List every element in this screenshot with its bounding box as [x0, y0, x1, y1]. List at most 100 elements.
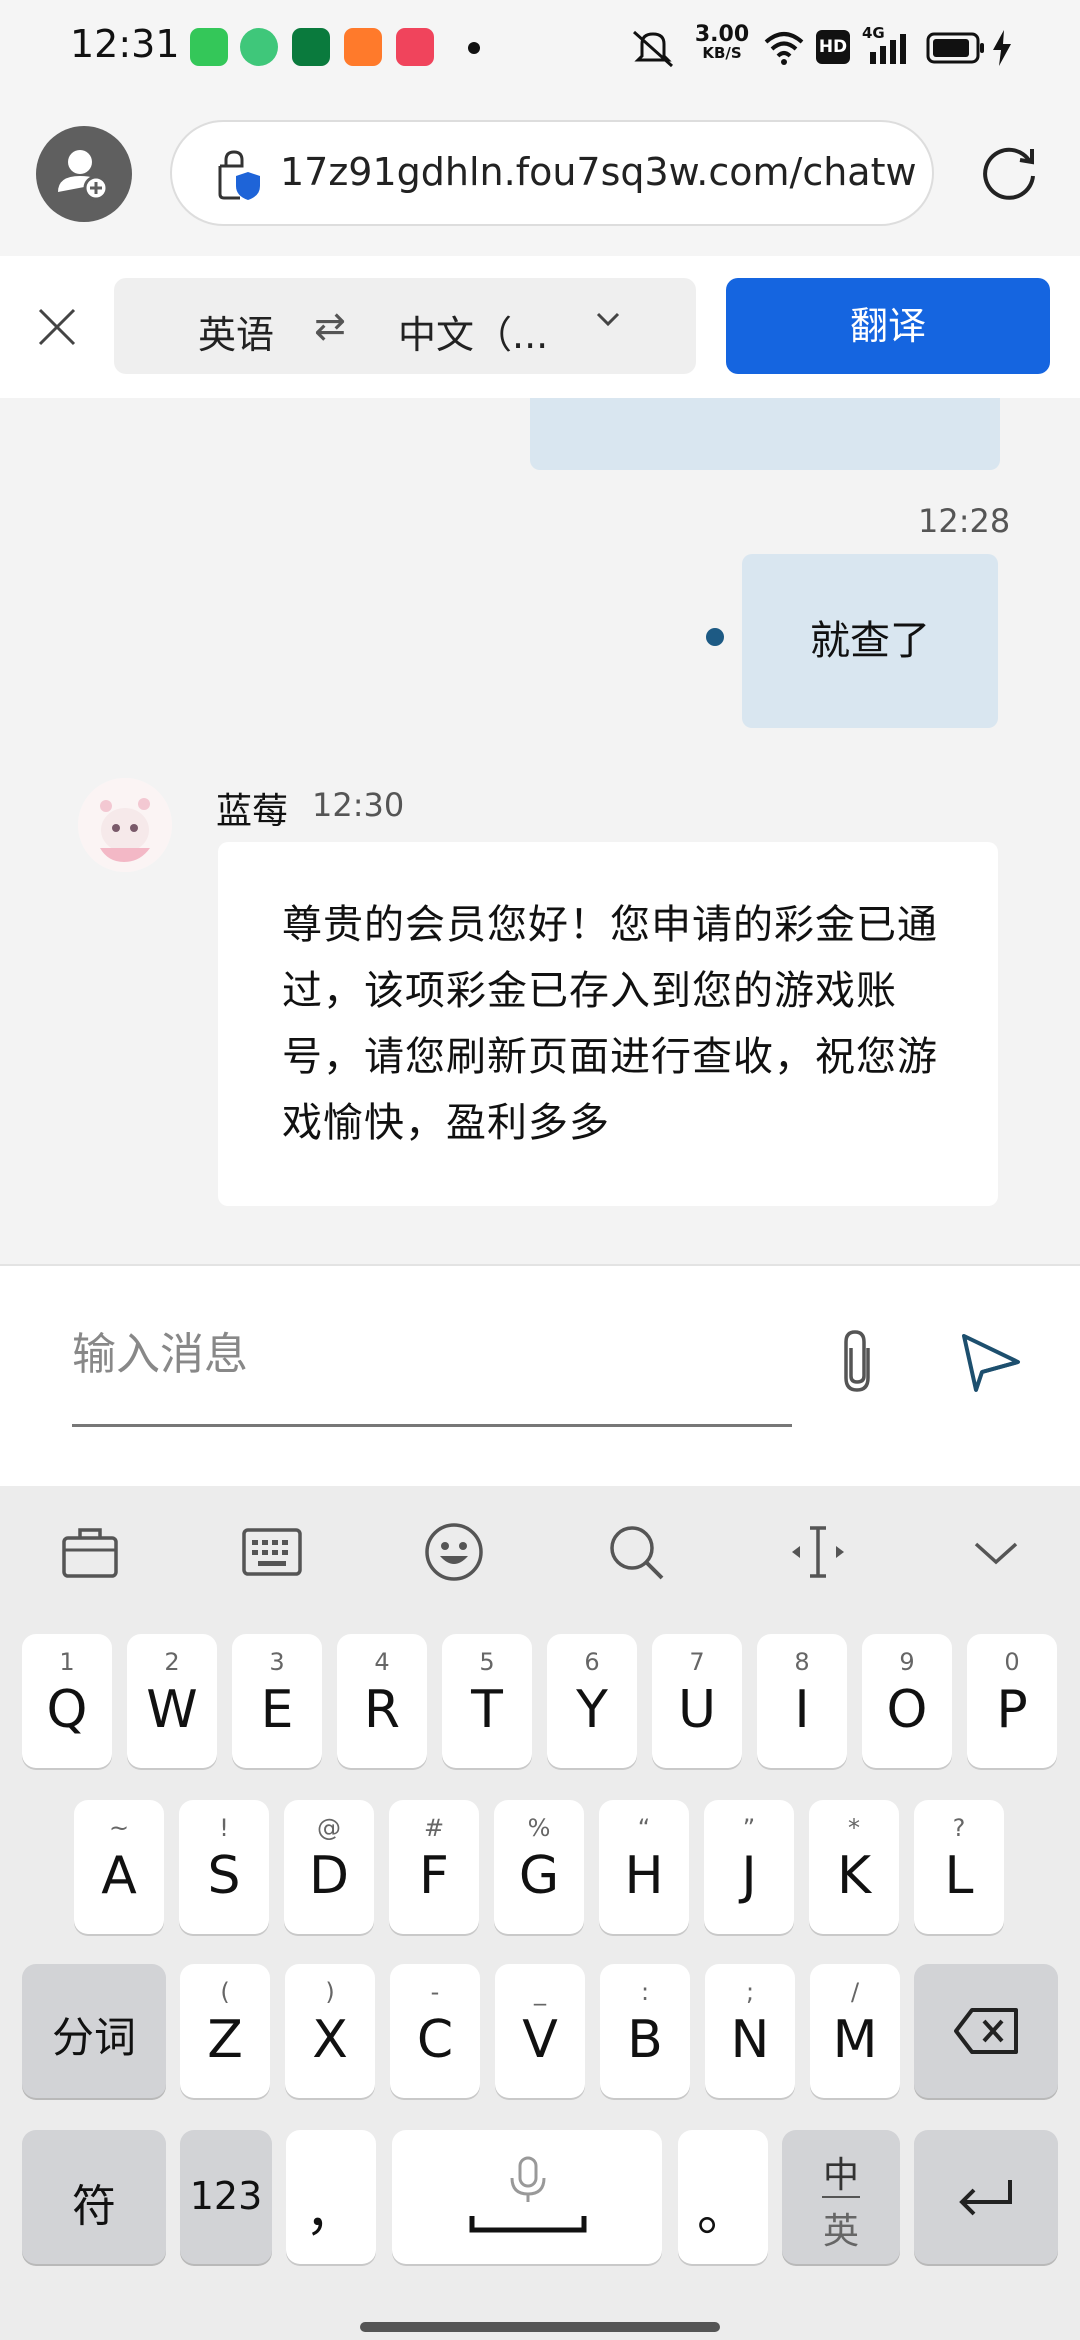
sender-avatar[interactable] [78, 778, 172, 872]
key-h[interactable]: “H [599, 1800, 689, 1934]
key-f[interactable]: # F [389, 1800, 479, 1934]
user-add-button[interactable] [36, 126, 132, 222]
close-icon[interactable] [34, 304, 80, 350]
enter-key[interactable] [914, 2130, 1058, 2264]
number-key-label: 123 [189, 2174, 263, 2218]
key-e[interactable]: 3E [232, 1634, 322, 1768]
key-n[interactable]: ; N [705, 1964, 795, 2098]
briefcase-icon[interactable] [58, 1520, 122, 1584]
language-switch-key[interactable]: 中 英 [782, 2130, 900, 2264]
swap-icon[interactable]: ⇄ [314, 304, 346, 348]
key-label: A [101, 1846, 137, 1906]
key-label: N [730, 2010, 770, 2070]
key-secondary-label: ; [745, 1978, 755, 2006]
symbol-key-label: 符 [72, 2181, 116, 2232]
key-v[interactable]: _ V [495, 1964, 585, 2098]
key-s[interactable]: ! S [179, 1800, 269, 1934]
translate-button[interactable]: 翻译 [726, 278, 1050, 374]
key-a[interactable]: ~ A [74, 1800, 164, 1934]
key-w[interactable]: 2W [127, 1634, 217, 1768]
comma-key[interactable]: ， [286, 2130, 376, 2264]
key-secondary-label: 1 [59, 1648, 75, 1676]
incoming-message-text: 尊贵的会员您好！您申请的彩金已通过，该项彩金已存入到您的游戏账号，请您刷新页面进… [282, 902, 938, 1146]
segment-key[interactable]: 分词 [22, 1964, 166, 2098]
search-icon[interactable] [604, 1520, 668, 1584]
network-speed: 3.00 KB/S [694, 24, 750, 61]
key-d[interactable]: @ D [284, 1800, 374, 1934]
key-g[interactable]: % G [494, 1800, 584, 1934]
battery-icon [926, 32, 984, 64]
notification-dot-icon [468, 42, 480, 54]
key-l[interactable]: ? L [914, 1800, 1004, 1934]
target-language[interactable]: 中文（... [398, 304, 548, 359]
key-label: U [677, 1680, 717, 1740]
key-p[interactable]: 0P [967, 1634, 1057, 1768]
space-key[interactable] [392, 2130, 662, 2264]
cursor-icon[interactable] [786, 1520, 850, 1584]
key-t[interactable]: 5T [442, 1634, 532, 1768]
key-q[interactable]: 1Q [22, 1634, 112, 1768]
enter-icon [959, 2180, 1012, 2216]
paperclip-icon[interactable] [832, 1326, 882, 1396]
period-key[interactable]: 。 [678, 2130, 768, 2264]
key-label: E [260, 1680, 294, 1740]
period-key-label: 。 [696, 2183, 749, 2243]
reload-icon[interactable] [976, 140, 1042, 206]
key-label: O [886, 1680, 928, 1740]
key-label: T [471, 1680, 503, 1740]
symbol-key[interactable]: 符 [22, 2130, 166, 2264]
chat-thread[interactable]: 12:28 就查了 蓝莓 12:30 尊贵的会员您好！您申请的彩金已通过，该项彩… [0, 398, 1080, 1264]
keyboard-icon[interactable] [240, 1520, 304, 1584]
emoji-icon[interactable] [422, 1520, 486, 1584]
key-o[interactable]: 9O [862, 1634, 952, 1768]
key-label: I [794, 1680, 810, 1740]
collapse-icon[interactable] [964, 1520, 1028, 1584]
key-secondary-label: 0 [1004, 1648, 1020, 1676]
key-y[interactable]: 6Y [547, 1634, 637, 1768]
key-c[interactable]: -C [390, 1964, 480, 2098]
key-secondary-label: “ [637, 1814, 651, 1842]
key-label: S [207, 1846, 241, 1906]
network-speed-value: 3.00 [694, 22, 750, 47]
key-label: B [627, 2010, 663, 2070]
key-i[interactable]: 8I [757, 1634, 847, 1768]
music-app-icon [396, 28, 434, 66]
key-label: H [624, 1846, 664, 1906]
key-label: D [308, 1846, 350, 1906]
source-language[interactable]: 英语 [198, 304, 274, 359]
message-time: 12:30 [312, 786, 405, 824]
number-key[interactable]: 123 [180, 2130, 272, 2264]
key-m[interactable]: / M [810, 1964, 900, 2098]
key-secondary-label: 5 [479, 1648, 495, 1676]
key-x[interactable]: ) X [285, 1964, 375, 2098]
key-j[interactable]: ” J [704, 1800, 794, 1934]
key-z[interactable]: (Z [180, 1964, 270, 2098]
wifi-icon [764, 32, 804, 65]
incoming-message-bubble[interactable]: 尊贵的会员您好！您申请的彩金已通过，该项彩金已存入到您的游戏账号，请您刷新页面进… [218, 842, 998, 1206]
key-secondary-label: ~ [108, 1814, 130, 1842]
key-label: C [416, 2010, 454, 2070]
key-secondary-label: 9 [899, 1648, 915, 1676]
key-secondary-label: * [848, 1814, 860, 1842]
backspace-key[interactable] [914, 1964, 1058, 2098]
send-icon[interactable] [958, 1328, 1024, 1394]
url-text: 17z91gdhln.fou7sq3w.com/chatw [280, 150, 917, 194]
message-input[interactable] [72, 1318, 792, 1390]
key-r[interactable]: 4R [337, 1634, 427, 1768]
key-secondary-label: ? [952, 1814, 966, 1842]
key-k[interactable]: * K [809, 1800, 899, 1934]
key-u[interactable]: 7U [652, 1634, 742, 1768]
key-b[interactable]: :B [600, 1964, 690, 2098]
key-label: Y [576, 1680, 608, 1740]
address-bar[interactable]: 17z91gdhln.fou7sq3w.com/chatw [170, 120, 934, 226]
home-indicator[interactable] [360, 2322, 720, 2332]
chevron-down-icon[interactable] [588, 300, 628, 340]
language-selector[interactable]: 英语 ⇄ 中文（... [114, 278, 696, 374]
oppo-icon [292, 28, 330, 66]
key-label: L [944, 1846, 974, 1906]
key-label: X [312, 2010, 348, 2070]
key-label: P [996, 1680, 1028, 1740]
lang-switch-bottom: 英 [822, 2211, 859, 2252]
outgoing-message-bubble[interactable]: 就查了 [742, 554, 998, 728]
message-time: 12:28 [918, 502, 1011, 540]
